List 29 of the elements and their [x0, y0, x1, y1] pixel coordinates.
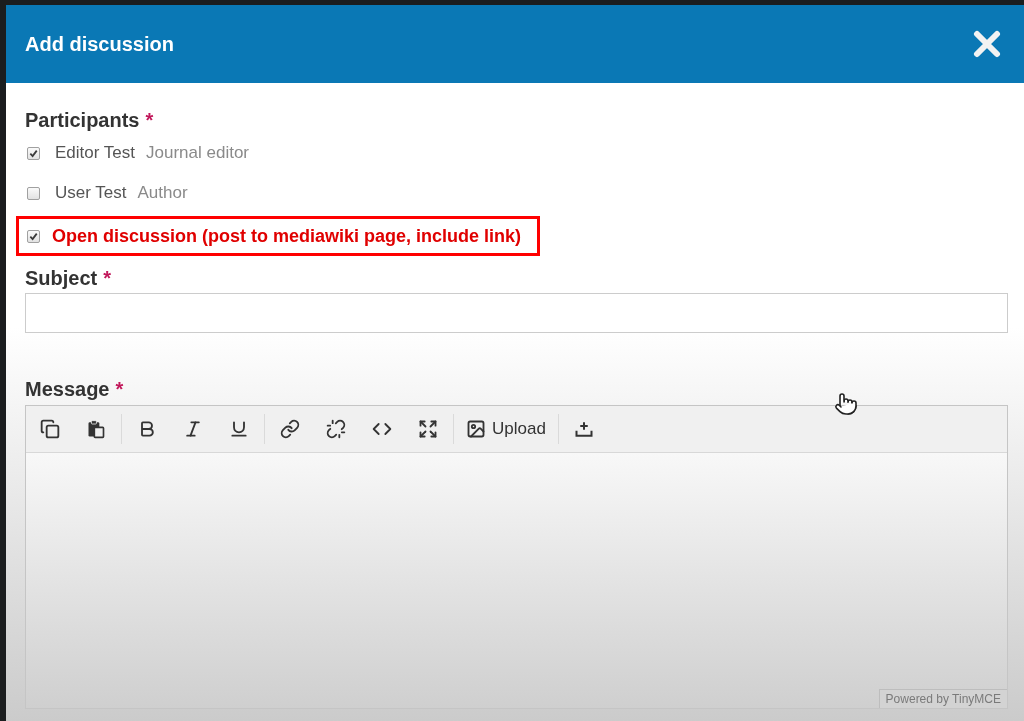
italic-icon	[183, 419, 203, 439]
tray-plus-icon	[573, 419, 594, 439]
underline-icon	[229, 419, 249, 439]
participant-role: Author	[137, 183, 188, 203]
close-button[interactable]	[972, 29, 1002, 59]
required-mark: *	[115, 377, 124, 401]
copy-icon	[40, 419, 60, 439]
upload-button[interactable]: Upload	[456, 411, 556, 447]
close-icon	[973, 30, 1001, 58]
checkbox[interactable]	[27, 229, 40, 243]
field-label: Message	[25, 377, 110, 401]
required-mark: *	[145, 108, 154, 132]
branding-label: Powered by TinyMCE	[878, 689, 1007, 708]
subject-input[interactable]	[25, 293, 1008, 333]
link-icon	[280, 419, 300, 439]
expand-arrows-icon	[418, 419, 438, 439]
checkbox-label: Open discussion (post to mediawiki page, include link)	[52, 225, 522, 247]
required-mark: *	[103, 266, 112, 290]
image-icon	[466, 419, 486, 439]
field-label: Subject	[25, 266, 98, 290]
checkbox[interactable]	[27, 186, 40, 200]
participant-name: Editor Test	[55, 143, 135, 163]
participant-role: Journal editor	[146, 143, 250, 163]
participant-name: User Test	[55, 183, 127, 203]
broken-link-icon	[326, 419, 346, 439]
checkbox[interactable]	[27, 146, 40, 160]
clipboard-icon	[86, 419, 106, 439]
dialog-title: Add discussion	[25, 32, 174, 56]
field-label: Participants	[25, 108, 140, 132]
